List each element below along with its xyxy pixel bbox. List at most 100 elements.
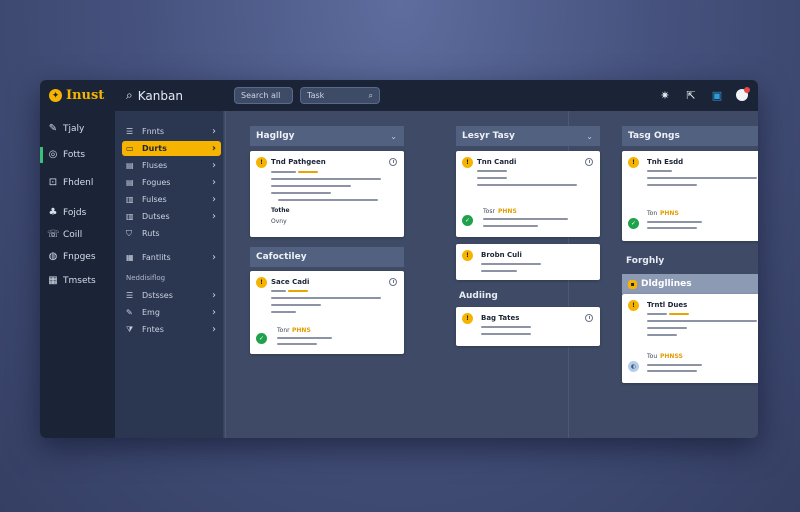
text-line — [477, 184, 577, 186]
text-line — [481, 326, 531, 328]
section-header[interactable]: Cafoctiley — [250, 247, 404, 267]
clock-icon[interactable] — [389, 278, 397, 286]
subnav-label: Fnnts — [142, 127, 165, 136]
assignee-avatar-icon: ! — [462, 157, 473, 168]
text-line — [277, 343, 317, 345]
files-icon: ⊡ — [48, 177, 58, 188]
subnav-item[interactable]: ☰ Dstsses › — [122, 288, 221, 303]
subnav-label: Fluses — [142, 161, 168, 170]
sparkle-icon[interactable]: ✷ — [658, 88, 672, 102]
chevron-down-icon[interactable]: ⌄ — [586, 132, 593, 141]
column-divider — [225, 111, 226, 438]
people-icon: ♣ — [48, 207, 58, 218]
nav-item-fnpges[interactable]: ◍ Fnpges — [47, 251, 96, 262]
subnav-item-active[interactable]: ▭ Durts › — [122, 141, 221, 156]
clock-icon[interactable] — [585, 314, 593, 322]
text-line — [271, 178, 381, 180]
calendar-icon[interactable]: ▣ — [710, 88, 724, 102]
column-header[interactable]: Hagllgy ⌄ — [250, 126, 404, 146]
assignee-avatar-icon: ! — [462, 250, 473, 261]
card-tag-value: PHNS — [498, 208, 517, 215]
kanban-label: Kanban — [137, 88, 183, 103]
chevron-right-icon: › — [212, 324, 216, 335]
grid-icon: ▦ — [48, 275, 58, 286]
status-check-icon: ✓ — [462, 215, 473, 226]
chevron-right-icon: › — [212, 252, 216, 263]
task-card[interactable]: ! Brobn Culi — [456, 244, 600, 280]
board-icon: ▤ — [126, 178, 134, 187]
chevron-right-icon: › — [212, 211, 216, 222]
subnav-item[interactable]: ▤ Fogues › — [122, 175, 221, 190]
subnav-item[interactable]: ⛉ Ruts — [122, 226, 221, 241]
nav-label: Coill — [63, 229, 83, 240]
card-field-value: Ovny — [271, 218, 287, 225]
task-card[interactable]: ! Sace Cadi ✓ Tonr PHNS — [250, 271, 404, 354]
card-field-label: Tothe — [271, 207, 290, 214]
clock-icon[interactable] — [585, 158, 593, 166]
task-card[interactable]: ! Tnd Pathgeen Tothe Ovny — [250, 151, 404, 237]
grid-icon: ▦ — [126, 253, 134, 262]
task-card[interactable]: ! Tnn Candi ✓ Tosr PHNS — [456, 151, 600, 237]
subnav-item[interactable]: ▥ Fulses › — [122, 192, 221, 207]
column-header[interactable]: Tasg Ongs ⌄ — [622, 126, 758, 146]
nav-item-tjaly[interactable]: ✎ Tjaly — [47, 123, 85, 134]
nav-item-fotts[interactable]: ◎ Fotts — [40, 147, 85, 163]
text-line — [477, 170, 507, 172]
nav-label: Fnpges — [63, 251, 96, 262]
brand[interactable]: ✦ Inust — [40, 88, 118, 103]
filter-icon: ⧩ — [126, 324, 134, 334]
column-title: Hagllgy — [256, 131, 295, 141]
dashboard-icon: ✎ — [48, 123, 58, 134]
assignee-avatar-icon: ! — [256, 277, 267, 288]
nav-label: Tjaly — [63, 123, 85, 134]
nav-item-tmsets[interactable]: ▦ Tmsets — [47, 275, 95, 286]
chevron-right-icon: › — [212, 307, 216, 318]
assignee-avatar-icon: ! — [628, 300, 639, 311]
text-line — [481, 263, 541, 265]
search-all-input[interactable]: Search all — [234, 87, 293, 104]
subnav-item[interactable]: ▤ Fluses › — [122, 158, 221, 173]
card-title: Tnd Pathgeen — [271, 158, 326, 166]
clock-icon[interactable] — [389, 158, 397, 166]
text-line — [647, 227, 697, 229]
export-icon[interactable]: ⇱ — [684, 88, 698, 102]
column-header[interactable]: Lesyr Tasy ⌄ — [456, 126, 600, 146]
assignee-avatar-icon: ! — [256, 157, 267, 168]
subnav-label: Fogues — [142, 178, 171, 187]
section-title: Audiing — [459, 291, 498, 301]
subnav-item[interactable]: ▥ Dutses › — [122, 209, 221, 224]
task-card[interactable]: ! Tnh Esdd ✓ Ton PHNS — [622, 151, 758, 241]
notifications-avatar-icon[interactable] — [736, 87, 750, 101]
subnav-item[interactable]: ☰ Fnnts › — [122, 124, 221, 139]
text-line — [278, 199, 378, 201]
text-line — [271, 304, 321, 306]
subnav-item[interactable]: ✎ Emg › — [122, 305, 221, 320]
task-search-input[interactable]: Task ⌕ — [300, 87, 380, 104]
subnav-label: Ruts — [142, 229, 160, 238]
brand-name: Inust — [66, 88, 105, 103]
folder-icon: ▭ — [126, 144, 134, 153]
text-line — [647, 320, 757, 322]
kanban-board: Hagllgy ⌄ ! Tnd Pathgeen Tothe Ovny Cafo… — [225, 111, 758, 438]
card-title: Tnn Candi — [477, 158, 517, 166]
text-line — [277, 337, 332, 339]
brand-logo-icon: ✦ — [49, 89, 62, 102]
task-card[interactable]: ! Bag Tates — [456, 307, 600, 346]
kanban-search[interactable]: ⌕ Kanban — [126, 88, 183, 103]
highlight-header[interactable]: ▪ Dldgllines ⌄ — [622, 274, 758, 294]
list-icon: ☰ — [126, 127, 134, 136]
text-line — [647, 313, 667, 315]
chevron-down-icon[interactable]: ⌄ — [390, 132, 397, 141]
section-title: Forghly — [626, 256, 665, 266]
nav-item-fojds[interactable]: ♣ Fojds — [47, 207, 87, 218]
text-line — [647, 170, 672, 172]
subnav-item[interactable]: ▦ Fantlits › — [122, 250, 221, 265]
nav-item-fhdenl[interactable]: ⊡ Fhdenl — [47, 177, 94, 188]
doc-icon: ▥ — [126, 195, 134, 204]
highlight-title: Dldgllines — [641, 279, 692, 289]
nav-item-coill[interactable]: ☏ Coill — [47, 229, 82, 240]
task-card[interactable]: ! Trntl Dues ◐ Tou PHNSS — [622, 294, 758, 383]
subnav-label: Fulses — [142, 195, 167, 204]
subnav-item[interactable]: ⧩ Fntes › — [122, 322, 221, 337]
top-bar: ✦ Inust ⌕ Kanban Search all Task ⌕ ✷ ⇱ ▣ — [40, 80, 758, 111]
